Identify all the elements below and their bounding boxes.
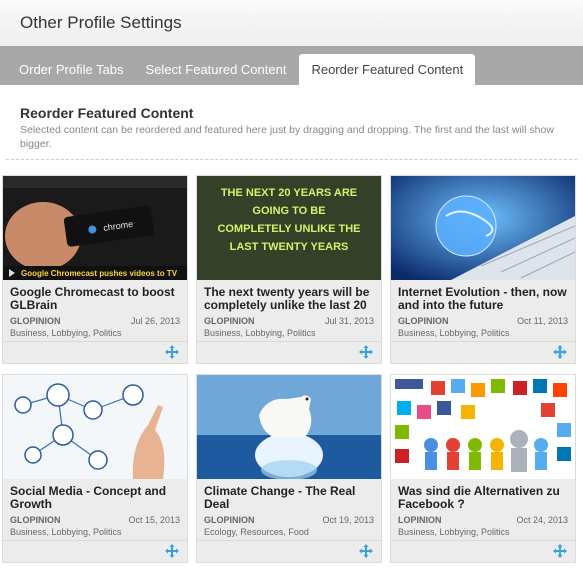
card-title: Climate Change - The Real Deal — [204, 484, 356, 511]
card-title: Was sind die Alternativen zu Facebook ? — [398, 484, 560, 511]
dashed-divider — [6, 159, 577, 160]
card-date: Oct 15, 2013 — [128, 515, 180, 525]
card-author: GLOPINION — [398, 316, 449, 326]
tab-reorder-featured-content[interactable]: Reorder Featured Content — [299, 54, 476, 85]
card-footer — [197, 540, 381, 562]
card-footer — [3, 540, 187, 562]
page-header: Other Profile Settings — [0, 0, 583, 46]
card-author: GLOPINION — [10, 515, 61, 525]
card-categories: Business, Lobbying, Politics — [398, 328, 510, 338]
card-categories: Business, Lobbying, Politics — [10, 328, 122, 338]
content-card[interactable]: Internet Evolution - then, now and into … — [390, 175, 576, 364]
card-meta: GLOPINION Oct 11, 2013 — [391, 316, 575, 326]
move-icon[interactable] — [359, 345, 373, 359]
card-date: Jul 26, 2013 — [130, 316, 180, 326]
content-card[interactable]: Climate Change - The Real Deal GLOPINION… — [196, 374, 382, 563]
card-title: Google Chromecast to boost GLBrain — [10, 285, 175, 312]
move-icon[interactable] — [553, 345, 567, 359]
card-meta: GLOPINION Oct 19, 2013 — [197, 515, 381, 525]
content-card[interactable]: THE NEXT 20 YEARS ARE GOING TO BE COMPLE… — [196, 175, 382, 364]
move-icon[interactable] — [553, 544, 567, 558]
section-heading: Reorder Featured Content — [20, 105, 194, 121]
card-categories: Business, Lobbying, Politics — [204, 328, 316, 338]
section-description: Selected content can be reordered and fe… — [20, 124, 554, 150]
card-footer — [3, 341, 187, 363]
card-meta: LOPINION Oct 24, 2013 — [391, 515, 575, 525]
svg-text:THE NEXT 20 YEARS ARE: THE NEXT 20 YEARS ARE — [221, 187, 357, 199]
card-date: Jul 31, 2013 — [324, 316, 374, 326]
card-footer — [391, 540, 575, 562]
card-meta: GLOPINION Jul 31, 2013 — [197, 316, 381, 326]
card-date: Oct 11, 2013 — [517, 316, 568, 326]
content-card[interactable]: Was sind die Alternativen zu Facebook ? … — [390, 374, 576, 563]
card-title: The next twenty years will be completely… — [204, 285, 370, 312]
move-icon[interactable] — [359, 544, 373, 558]
card-date: Oct 24, 2013 — [516, 515, 568, 525]
card-author: GLOPINION — [204, 316, 255, 326]
tab-bar: Order Profile Tabs Select Featured Conte… — [0, 46, 583, 85]
card-thumbnail — [391, 375, 575, 479]
card-author: GLOPINION — [10, 316, 61, 326]
card-categories: Business, Lobbying, Politics — [10, 527, 122, 537]
card-date: Oct 19, 2013 — [322, 515, 374, 525]
content-card[interactable]: chrome Google Chromecast pushes videos t… — [2, 175, 188, 364]
card-meta: GLOPINION Jul 26, 2013 — [3, 316, 187, 326]
card-author: LOPINION — [398, 515, 442, 525]
card-meta: GLOPINION Oct 15, 2013 — [3, 515, 187, 525]
card-title: Social Media - Concept and Growth — [10, 484, 167, 511]
move-icon[interactable] — [165, 345, 179, 359]
page-title: Other Profile Settings — [20, 13, 182, 32]
card-categories: Ecology, Resources, Food — [204, 527, 309, 537]
svg-text:LAST TWENTY YEARS: LAST TWENTY YEARS — [230, 241, 349, 253]
card-thumbnail — [391, 176, 575, 280]
card-thumbnail: THE NEXT 20 YEARS ARE GOING TO BE COMPLE… — [197, 176, 381, 280]
svg-text:COMPLETELY UNLIKE THE: COMPLETELY UNLIKE THE — [217, 223, 360, 235]
card-thumbnail — [3, 375, 187, 479]
tab-order-profile-tabs[interactable]: Order Profile Tabs — [8, 54, 135, 85]
card-title: Internet Evolution - then, now and into … — [398, 285, 567, 312]
reorder-section: Reorder Featured Content Selected conten… — [0, 85, 583, 151]
card-footer — [197, 341, 381, 363]
thumb-caption: Google Chromecast pushes videos to TV — [21, 269, 178, 278]
card-categories: Business, Lobbying, Politics — [398, 527, 510, 537]
tab-select-featured-content[interactable]: Select Featured Content — [135, 54, 298, 85]
card-footer — [391, 341, 575, 363]
move-icon[interactable] — [165, 544, 179, 558]
content-card[interactable]: Social Media - Concept and Growth GLOPIN… — [2, 374, 188, 563]
card-thumbnail — [197, 375, 381, 479]
card-author: GLOPINION — [204, 515, 255, 525]
svg-text:GOING TO BE: GOING TO BE — [252, 205, 325, 217]
card-thumbnail: chrome Google Chromecast pushes videos t… — [3, 176, 187, 280]
